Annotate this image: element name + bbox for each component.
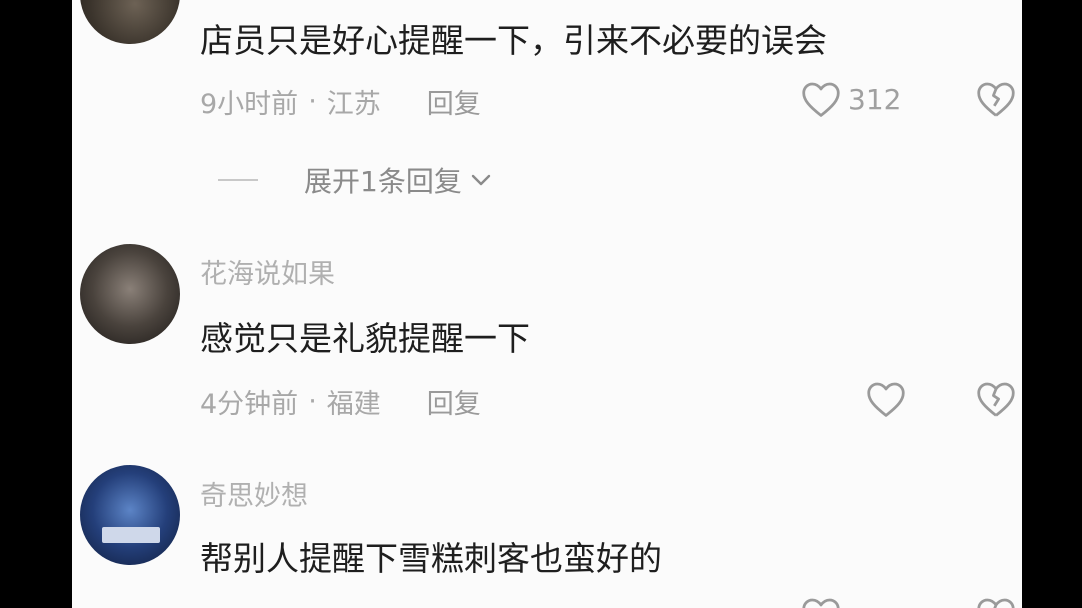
comment-time: 9小时前	[200, 89, 299, 120]
divider-line	[218, 179, 258, 181]
comment-location: 江苏	[326, 89, 381, 120]
reply-button[interactable]: 回复	[427, 382, 481, 421]
comment-meta: 9小时前 · 江苏 回复	[200, 82, 481, 121]
like-button[interactable]: 312	[800, 80, 901, 118]
comment-list: 店员只是好心提醒一下，引来不必要的误会 9小时前 · 江苏 回复 312 展开1…	[72, 0, 1022, 608]
like-count: 312	[848, 82, 902, 116]
heart-icon	[802, 598, 840, 608]
dislike-button[interactable]	[975, 596, 1017, 608]
reply-button[interactable]: 回复	[427, 82, 481, 121]
comment-location: 福建	[326, 389, 381, 420]
broken-heart-icon	[977, 598, 1015, 608]
dislike-button[interactable]	[975, 80, 1017, 122]
comment-time: 4分钟前	[200, 389, 299, 420]
heart-icon	[867, 382, 905, 417]
heart-icon	[802, 82, 840, 117]
avatar[interactable]	[80, 0, 180, 44]
expand-replies-label: 展开1条回复	[304, 165, 462, 198]
dislike-button[interactable]	[975, 380, 1017, 422]
comment-text: 感觉只是礼貌提醒一下	[200, 319, 530, 358]
broken-heart-icon	[977, 382, 1015, 417]
comment-username[interactable]: 花海说如果	[200, 252, 335, 291]
comment-username[interactable]: 奇思妙想	[200, 474, 308, 513]
broken-heart-icon	[977, 82, 1015, 117]
avatar-badge	[102, 527, 160, 543]
avatar[interactable]	[80, 244, 180, 344]
chevron-down-icon	[471, 174, 491, 186]
like-button[interactable]	[800, 596, 842, 608]
meta-separator: ·	[308, 86, 317, 117]
like-button[interactable]	[865, 380, 907, 418]
expand-replies-button[interactable]: 展开1条回复	[218, 160, 494, 200]
comment-meta: 4分钟前 · 福建 回复	[200, 382, 481, 421]
comment-text: 店员只是好心提醒一下，引来不必要的误会	[200, 21, 827, 60]
comment-text: 帮别人提醒下雪糕刺客也蛮好的	[200, 539, 662, 578]
avatar[interactable]	[80, 465, 180, 565]
meta-separator: ·	[308, 386, 317, 417]
